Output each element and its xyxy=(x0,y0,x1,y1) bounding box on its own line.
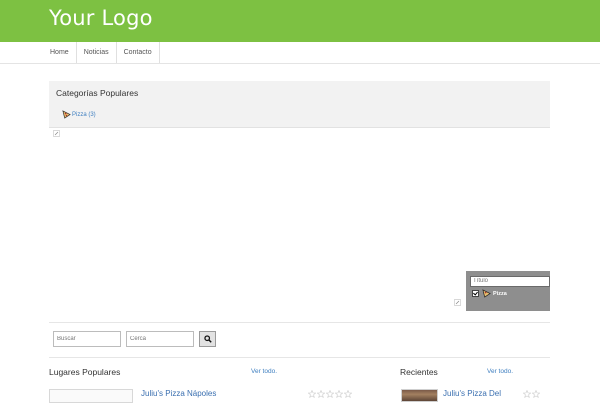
recent-rating-stars[interactable] xyxy=(523,390,541,398)
broken-image-icon xyxy=(454,299,461,306)
popular-categories-box: Categorías Populares Pizza (3) xyxy=(49,81,550,128)
recent-place-title[interactable]: Juliu's Pizza Del xyxy=(443,389,501,398)
main-nav: Home Noticias Contacto xyxy=(0,42,600,64)
star-icon xyxy=(317,390,325,398)
popular-view-all-link[interactable]: Ver todo. xyxy=(251,368,277,375)
map-category-pizza[interactable]: Pizza xyxy=(472,289,507,298)
rating-stars[interactable] xyxy=(308,390,353,398)
map-category-label: Pizza xyxy=(493,290,507,297)
near-input[interactable] xyxy=(126,331,194,347)
broken-image-icon xyxy=(53,130,60,137)
search-bar xyxy=(49,322,550,358)
recent-place-thumbnail[interactable] xyxy=(401,389,438,402)
star-icon xyxy=(335,390,343,398)
nav-item-contacto[interactable]: Contacto xyxy=(117,42,160,63)
category-link-label: Pizza (3) xyxy=(72,111,96,118)
popular-place-thumbnail[interactable] xyxy=(49,389,133,403)
recent-title: Recientes xyxy=(400,367,438,377)
popular-categories-title: Categorías Populares xyxy=(56,88,139,98)
magnifier-icon xyxy=(203,335,212,343)
star-icon xyxy=(344,390,352,398)
star-icon xyxy=(308,390,316,398)
category-link-pizza[interactable]: Pizza (3) xyxy=(62,110,96,119)
search-button[interactable] xyxy=(199,331,216,347)
popular-places-title: Lugares Populares xyxy=(49,367,121,377)
recent-view-all-link[interactable]: Ver todo. xyxy=(487,368,513,375)
nav-item-noticias[interactable]: Noticias xyxy=(77,42,117,63)
nav-list: Home Noticias Contacto xyxy=(43,42,160,63)
pizza-icon xyxy=(482,289,491,298)
nav-item-home[interactable]: Home xyxy=(43,42,77,63)
star-icon xyxy=(326,390,334,398)
map-title-input[interactable] xyxy=(470,276,550,287)
star-icon xyxy=(523,390,531,398)
pizza-icon xyxy=(62,110,71,119)
popular-place-title[interactable]: Juliu's Pizza Nápoles xyxy=(141,389,216,398)
map-filter-panel: Pizza xyxy=(466,271,550,311)
site-logo[interactable]: Your Logo xyxy=(49,6,153,30)
search-input[interactable] xyxy=(53,331,121,347)
map-category-checkbox[interactable] xyxy=(472,290,479,297)
star-icon xyxy=(532,390,540,398)
site-header: Your Logo xyxy=(0,0,600,42)
